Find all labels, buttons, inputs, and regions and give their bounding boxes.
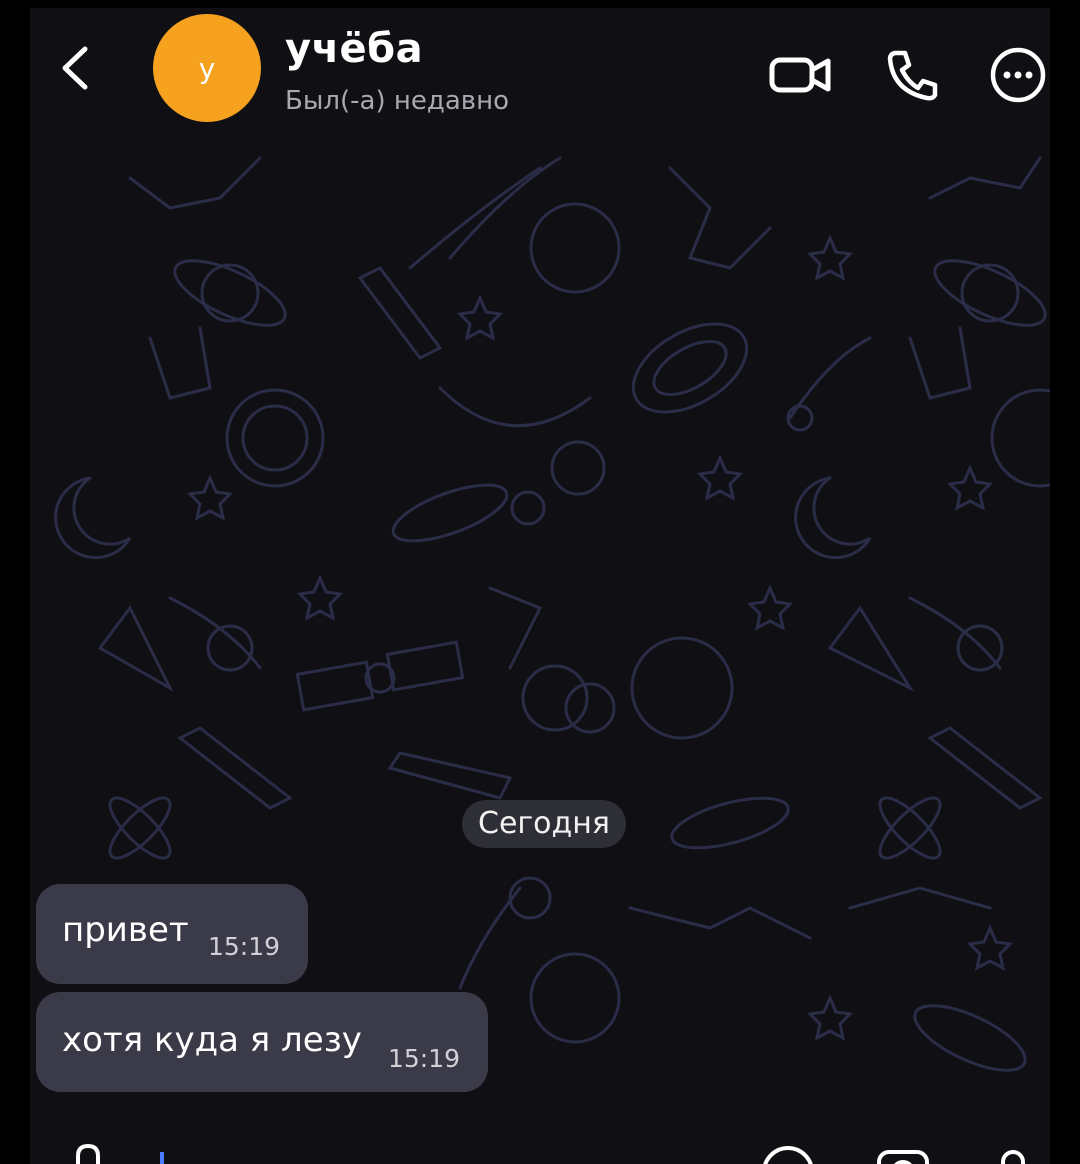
message-text: хотя куда я лезу bbox=[62, 1020, 362, 1060]
message-input-bar bbox=[30, 1114, 1050, 1164]
paperclip-icon[interactable] bbox=[60, 1138, 116, 1164]
microphone-icon[interactable] bbox=[985, 1138, 1041, 1164]
message-time: 15:19 bbox=[388, 1044, 461, 1073]
last-seen-status: Был(-а) недавно bbox=[285, 86, 509, 116]
message-time: 15:19 bbox=[208, 932, 281, 961]
text-cursor-icon[interactable] bbox=[150, 1138, 206, 1164]
chat-title[interactable]: учёба bbox=[285, 26, 423, 72]
message-bubble[interactable]: хотя куда я лезу 15:19 bbox=[36, 992, 488, 1092]
message-bubble[interactable]: привет 15:19 bbox=[36, 884, 308, 984]
video-camera-icon bbox=[769, 57, 831, 93]
chat-screen: у учёба Был(-а) недавно Сегодня привет 1… bbox=[30, 8, 1050, 1164]
camera-icon[interactable] bbox=[875, 1138, 931, 1164]
back-button[interactable] bbox=[50, 38, 100, 98]
chevron-left-icon bbox=[62, 46, 88, 90]
avatar-letter: у bbox=[198, 51, 216, 85]
video-call-button[interactable] bbox=[768, 42, 834, 108]
more-options-button[interactable] bbox=[985, 42, 1050, 108]
more-horizontal-icon bbox=[990, 47, 1046, 103]
smile-icon[interactable] bbox=[760, 1138, 816, 1164]
message-text: привет bbox=[62, 910, 189, 950]
phone-icon bbox=[887, 50, 938, 101]
chat-header: у учёба Был(-а) недавно bbox=[30, 8, 1050, 138]
space-doodle-wallpaper bbox=[54, 156, 1050, 1072]
voice-call-button[interactable] bbox=[880, 42, 946, 108]
avatar[interactable]: у bbox=[153, 14, 261, 122]
date-separator: Сегодня bbox=[462, 800, 626, 848]
